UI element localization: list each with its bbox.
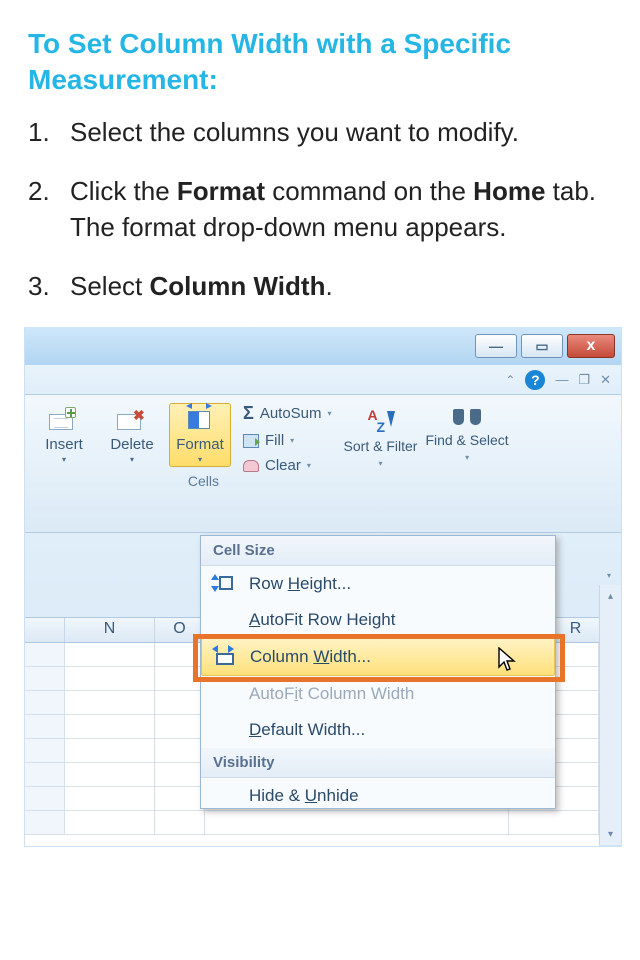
cells-group: Insert ▾ ✖ Delete ▾ Format ▾ Cells <box>33 403 237 532</box>
scroll-track[interactable] <box>600 607 621 823</box>
step-1: 1. Select the columns you want to modify… <box>28 114 612 151</box>
fill-label: Fill <box>265 432 284 449</box>
eraser-icon <box>243 460 259 472</box>
blank-icon <box>211 786 237 806</box>
step-num: 2. <box>28 173 70 247</box>
format-dropdown: Cell Size Row Height... AutoFit Row Heig… <box>200 535 556 809</box>
sort-filter-button[interactable]: AZ Sort & Filter ▾ <box>344 407 418 467</box>
step-num: 3. <box>28 268 70 305</box>
step-2: 2. Click the Format command on the Home … <box>28 173 612 247</box>
menu-autofit-row-height[interactable]: AutoFit Row Height <box>201 602 555 638</box>
insert-button[interactable]: Insert ▾ <box>33 403 95 467</box>
scroll-up-icon[interactable]: ▴ <box>600 585 621 607</box>
menu-label: Row Height... <box>249 574 351 594</box>
clear-label: Clear <box>265 457 301 474</box>
menu-label: AutoFit Row Height <box>249 610 395 630</box>
step-text: Click the Format command on the Home tab… <box>70 173 612 247</box>
cells-group-label: Cells <box>33 473 231 489</box>
chevron-down-icon[interactable]: ▾ <box>607 571 611 580</box>
dropdown-arrow-icon: ▾ <box>62 455 66 464</box>
clear-button[interactable]: Clear ▾ <box>243 457 332 474</box>
help-icon[interactable]: ? <box>525 370 545 390</box>
workbook-restore-icon[interactable]: ❐ <box>578 372 590 388</box>
autosum-button[interactable]: Σ AutoSum ▾ <box>243 403 332 424</box>
vertical-scrollbar[interactable]: ▴ ▾ <box>599 585 621 845</box>
insert-label: Insert <box>45 436 83 453</box>
text-bold: Column Width <box>150 271 326 301</box>
dropdown-section-cell-size: Cell Size <box>201 536 555 566</box>
row-height-icon <box>211 574 237 594</box>
format-button[interactable]: Format ▾ <box>169 403 231 467</box>
dropdown-arrow-icon: ▾ <box>130 455 134 464</box>
blank-icon <box>211 610 237 630</box>
step-num: 1. <box>28 114 70 151</box>
binoculars-icon <box>453 407 481 429</box>
workbook-minimize-icon[interactable]: — <box>555 372 568 387</box>
dropdown-arrow-icon: ▾ <box>328 409 332 418</box>
text-seg: Click the <box>70 176 177 206</box>
editing-group: Σ AutoSum ▾ Fill ▾ Clear ▾ <box>243 403 332 532</box>
find-select-label: Find & Select <box>425 433 508 448</box>
window-minimize-button[interactable]: — <box>475 334 517 358</box>
menu-default-width[interactable]: Default Width... <box>201 712 555 748</box>
menu-autofit-column-width[interactable]: AutoFit Column Width <box>201 676 555 712</box>
delete-button[interactable]: ✖ Delete ▾ <box>101 403 163 467</box>
step-text: Select the columns you want to modify. <box>70 114 612 151</box>
dropdown-arrow-icon: ▾ <box>378 459 382 468</box>
text-seg: command on the <box>265 176 473 206</box>
find-select-button[interactable]: Find & Select ▾ <box>425 407 508 461</box>
insert-icon <box>49 408 79 432</box>
ribbon-helprow: ⌃ ? — ❐ ✕ <box>25 365 621 395</box>
delete-icon: ✖ <box>117 408 147 432</box>
autosum-label: AutoSum <box>260 405 322 422</box>
step-text: Select Column Width. <box>70 268 612 305</box>
text-seg: . <box>325 271 332 301</box>
menu-label: Default Width... <box>249 720 365 740</box>
dropdown-arrow-icon: ▾ <box>198 455 202 464</box>
fill-icon <box>243 434 259 448</box>
delete-label: Delete <box>110 436 153 453</box>
format-icon <box>185 408 215 432</box>
blank-icon <box>211 720 237 740</box>
doc-heading: To Set Column Width with a Specific Meas… <box>28 26 612 98</box>
menu-label: Hide & Unhide <box>249 786 359 806</box>
scroll-down-icon[interactable]: ▾ <box>600 823 621 845</box>
menu-label: Column Width... <box>250 647 371 667</box>
ribbon: Insert ▾ ✖ Delete ▾ Format ▾ Cells Σ <box>25 395 621 533</box>
text-seg: Select <box>70 271 150 301</box>
workbook-close-icon[interactable]: ✕ <box>600 372 611 388</box>
window-close-button[interactable]: x <box>567 334 615 358</box>
ribbon-collapse-icon[interactable]: ⌃ <box>505 373 515 387</box>
blank-icon <box>211 684 237 704</box>
cursor-icon <box>498 647 518 673</box>
sort-icon: AZ <box>366 407 394 435</box>
sort-filter-label: Sort & Filter <box>344 439 418 454</box>
column-header-n[interactable]: N <box>65 618 155 642</box>
menu-label: AutoFit Column Width <box>249 684 414 704</box>
text-bold: Home <box>473 176 545 206</box>
dropdown-arrow-icon: ▾ <box>307 461 311 470</box>
fill-button[interactable]: Fill ▾ <box>243 432 332 449</box>
menu-row-height[interactable]: Row Height... <box>201 566 555 602</box>
excel-screenshot: — ▭ x ⌃ ? — ❐ ✕ Insert ▾ ✖ Delete ▾ <box>24 327 622 847</box>
dropdown-section-visibility: Visibility <box>201 748 555 778</box>
step-3: 3. Select Column Width. <box>28 268 612 305</box>
dropdown-arrow-icon: ▾ <box>465 453 469 462</box>
menu-hide-unhide[interactable]: Hide & Unhide <box>201 778 555 808</box>
text-bold: Format <box>177 176 265 206</box>
sigma-icon: Σ <box>243 403 254 424</box>
window-maximize-button[interactable]: ▭ <box>521 334 563 358</box>
format-label: Format <box>176 436 224 453</box>
column-header-o[interactable]: O <box>155 618 205 642</box>
column-width-icon <box>212 647 238 667</box>
row-header-corner[interactable] <box>25 618 65 642</box>
hscroll-indicator: ▾ <box>555 565 613 585</box>
window-titlebar: — ▭ x <box>25 327 621 365</box>
menu-column-width[interactable]: Column Width... <box>201 638 555 676</box>
dropdown-arrow-icon: ▾ <box>290 436 294 445</box>
